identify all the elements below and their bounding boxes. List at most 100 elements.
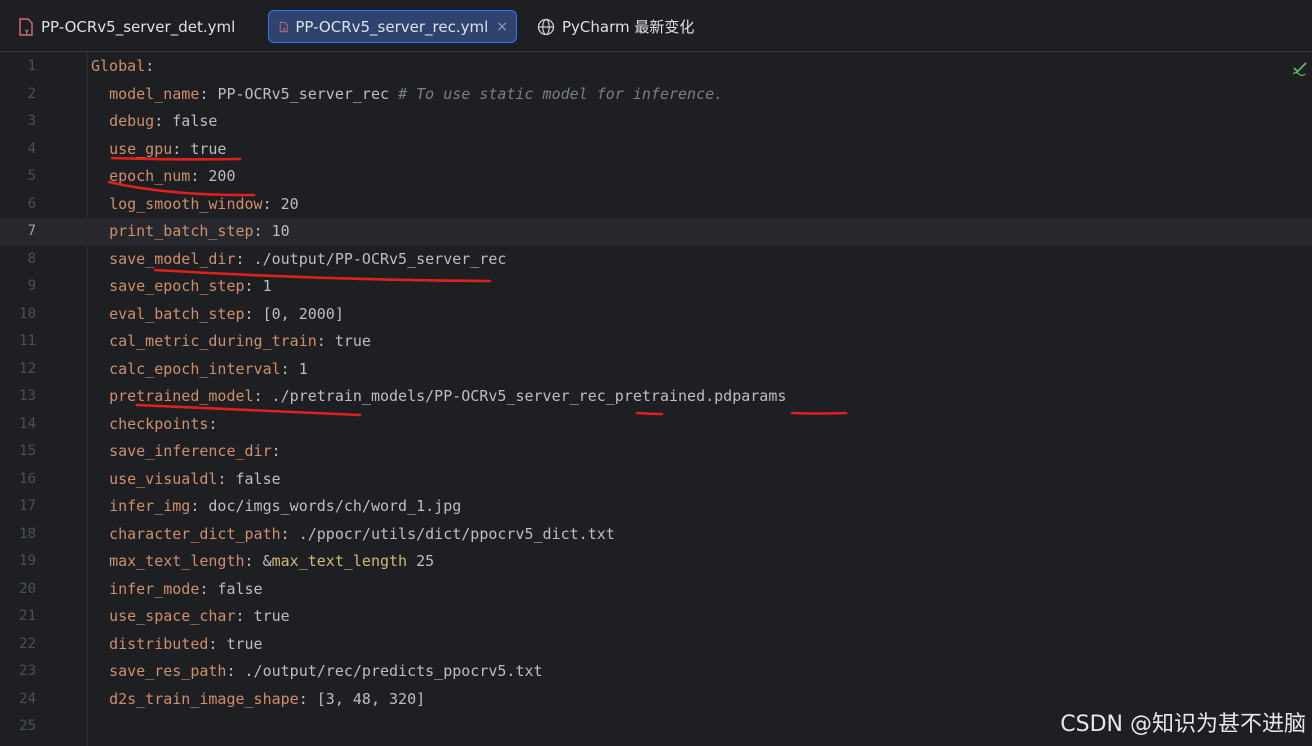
line-number: 7: [27, 223, 36, 239]
tab-label: PP-OCRv5_server_rec.yml: [295, 17, 489, 36]
yaml-key: d2s_train_image_shape: [109, 689, 299, 708]
code-line[interactable]: 3 debug: false: [0, 108, 1312, 136]
yaml-separator: :: [217, 469, 236, 488]
yaml-key: pretrained_model: [109, 387, 254, 405]
yaml-value: false: [172, 112, 218, 130]
yaml-key: save_res_path: [109, 662, 227, 680]
code-line[interactable]: 13 pretrained_model: ./pretrain_models/P…: [0, 383, 1312, 411]
code-line[interactable]: 21 use_space_char: true: [0, 603, 1312, 631]
code-line[interactable]: 12 calc_epoch_interval: 1: [0, 356, 1312, 384]
yaml-key: save_model_dir: [109, 249, 236, 268]
yaml-key: epoch_num: [109, 167, 191, 185]
code-line[interactable]: 18 character_dict_path: ./ppocr/utils/di…: [0, 521, 1312, 549]
code-line[interactable]: 1 Global:: [0, 53, 1312, 81]
yaml-key: eval_batch_step: [109, 304, 245, 323]
line-code: model_name: PP-OCRv5_server_rec # To use…: [91, 81, 723, 109]
yaml-key: Global: [91, 57, 146, 75]
line-number: 15: [19, 443, 36, 459]
yaml-separator: : &: [244, 552, 272, 570]
line-code: eval_batch_step: [0, 2000]: [91, 301, 344, 329]
yaml-key: checkpoints: [109, 414, 209, 433]
yaml-value: true: [190, 139, 227, 158]
code-line[interactable]: 20 infer_mode: false: [0, 576, 1312, 604]
line-code: distributed: true: [91, 631, 263, 659]
yaml-separator: :: [235, 607, 254, 625]
line-code: log_smooth_window: 20: [91, 191, 299, 219]
code-line[interactable]: 17 infer_img: doc/imgs_words/ch/word_1.j…: [0, 493, 1312, 521]
line-code: use_space_char: true: [91, 603, 290, 631]
code-line[interactable]: 15 save_inference_dir:: [0, 438, 1312, 466]
line-code: epoch_num: 200: [91, 163, 236, 191]
line-number: 24: [19, 690, 36, 707]
code-line[interactable]: 7 print_batch_step: 10: [0, 218, 1312, 246]
yaml-separator: :: [244, 304, 263, 323]
code-line[interactable]: 19 max_text_length: &max_text_length 25: [0, 548, 1312, 576]
yaml-value: 10: [271, 222, 290, 240]
yaml-separator: :: [208, 414, 218, 433]
line-code: save_inference_dir:: [91, 438, 281, 466]
tab-pp-ocrv5-server-det[interactable]: Y PP-OCRv5_server_det.yml: [18, 10, 243, 43]
code-line[interactable]: 16 use_visualdl: false: [0, 466, 1312, 494]
tab-pp-ocrv5-server-rec[interactable]: Y PP-OCRv5_server_rec.yml ×: [268, 10, 517, 43]
yaml-value: 200: [208, 167, 236, 185]
line-number: 25: [19, 718, 36, 734]
yaml-file-icon: Y: [19, 17, 33, 36]
yaml-key: distributed: [109, 634, 209, 653]
code-line[interactable]: 6 log_smooth_window: 20: [0, 191, 1312, 219]
code-line[interactable]: 8 save_model_dir: ./output/PP-OCRv5_serv…: [0, 246, 1312, 274]
code-line[interactable]: 11 cal_metric_during_train: true: [0, 328, 1312, 356]
code-line[interactable]: 9 save_epoch_step: 1: [0, 273, 1312, 301]
yaml-separator: :: [271, 442, 281, 460]
line-number: 16: [19, 470, 36, 487]
close-icon[interactable]: ×: [496, 19, 508, 35]
yaml-key: log_smooth_window: [109, 194, 263, 213]
yaml-key: cal_metric_during_train: [109, 332, 317, 350]
yaml-value: 1: [298, 359, 308, 378]
yaml-separator: :: [244, 277, 263, 295]
yaml-value: ./ppocr/utils/dict/ppocrv5_dict.txt: [298, 524, 615, 543]
code-line[interactable]: 23 save_res_path: ./output/rec/predicts_…: [0, 658, 1312, 686]
code-editor[interactable]: 1 Global: 2 model_name: PP-OCRv5_server_re…: [0, 52, 1312, 746]
tab-pycharm-whats-new[interactable]: PyCharm 最新变化: [537, 10, 694, 43]
code-line[interactable]: 22 distributed: true: [0, 631, 1312, 659]
yaml-value: true: [226, 634, 263, 653]
yaml-key: save_epoch_step: [109, 277, 245, 295]
line-number: 6: [27, 195, 36, 212]
yaml-key: character_dict_path: [109, 524, 281, 543]
code-line[interactable]: 10 eval_batch_step: [0, 2000]: [0, 301, 1312, 329]
code-line[interactable]: 14 checkpoints:: [0, 411, 1312, 439]
yaml-separator: :: [316, 332, 335, 350]
code-line[interactable]: 4 use_gpu: true: [0, 136, 1312, 164]
yaml-separator: :: [199, 84, 218, 103]
line-number: 10: [19, 305, 36, 322]
line-number: 13: [19, 388, 36, 404]
line-code: calc_epoch_interval: 1: [91, 356, 308, 384]
yaml-separator: :: [226, 662, 245, 680]
line-code: save_res_path: ./output/rec/predicts_ppo…: [91, 658, 542, 686]
yaml-separator: :: [280, 359, 299, 378]
code-line[interactable]: 2 model_name: PP-OCRv5_server_rec # To u…: [0, 81, 1312, 109]
yaml-separator: :: [190, 167, 209, 185]
watermark: CSDN @知识为甚不进脑: [1060, 712, 1306, 737]
line-code: Global:: [91, 53, 154, 81]
inspection-ok-icon[interactable]: [1292, 60, 1308, 76]
line-number: 1: [27, 58, 36, 74]
line-code: infer_img: doc/imgs_words/ch/word_1.jpg: [91, 493, 461, 521]
yaml-anchor: max_text_length: [271, 552, 408, 570]
line-code: use_gpu: true: [91, 136, 226, 164]
code-line[interactable]: 5 epoch_num: 200: [0, 163, 1312, 191]
globe-icon: [537, 18, 555, 35]
